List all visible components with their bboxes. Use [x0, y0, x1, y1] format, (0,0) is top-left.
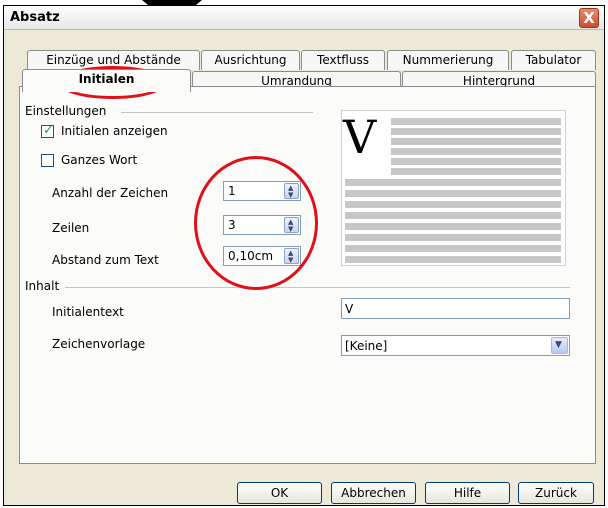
show-initials-checkbox[interactable]: ✓ — [41, 123, 54, 138]
show-initials-label: Initialen anzeigen — [61, 124, 168, 138]
cancel-button[interactable]: Abbrechen — [331, 482, 416, 504]
tab-nummerierung[interactable]: Nummerierung — [387, 50, 509, 70]
preview-line — [345, 245, 561, 252]
checkmark-icon: ✓ — [43, 123, 54, 138]
preview-line — [391, 168, 561, 175]
tab-label: Einzüge und Abstände — [46, 53, 181, 67]
preview-line — [391, 118, 561, 125]
tab-label: Ausrichtung — [214, 53, 287, 67]
dialog-title: Absatz — [10, 10, 60, 25]
preview-line — [345, 223, 561, 230]
help-button[interactable]: Hilfe — [425, 482, 510, 504]
tab-textfluss[interactable]: Textfluss — [301, 50, 385, 70]
settings-group-divider — [121, 112, 313, 113]
whole-word-label: Ganzes Wort — [61, 153, 138, 167]
preview-initial-letter: V — [343, 110, 377, 164]
close-button[interactable]: X — [579, 8, 599, 28]
preview-line — [391, 148, 561, 155]
preview-line — [345, 179, 561, 186]
tab-label: Initialen — [78, 72, 135, 86]
tab-tabulator[interactable]: Tabulator — [511, 50, 596, 70]
chevron-down-icon[interactable]: ▼ — [551, 337, 568, 354]
preview-line — [345, 212, 561, 219]
preview-line — [391, 128, 561, 135]
char-style-label: Zeichenvorlage — [52, 337, 146, 351]
preview-line — [391, 138, 561, 145]
content-group-label: Inhalt — [25, 279, 60, 293]
tab-ausrichtung[interactable]: Ausrichtung — [201, 50, 300, 70]
content-group-divider — [65, 287, 570, 288]
ok-button[interactable]: OK — [237, 482, 322, 504]
preview-line — [391, 158, 561, 165]
char-style-select[interactable]: [Keine] ▼ — [341, 335, 570, 356]
tab-label: Textfluss — [317, 53, 369, 67]
initial-text-input[interactable]: V — [341, 298, 570, 319]
tab-label: Nummerierung — [402, 53, 494, 67]
settings-group-label: Einstellungen — [25, 104, 107, 118]
preview-line — [345, 234, 561, 241]
preview-line — [345, 190, 561, 197]
initial-text-value: V — [345, 302, 354, 316]
annotation-ellipse-spinners — [194, 156, 318, 290]
back-button[interactable]: Zurück — [518, 482, 594, 504]
initials-preview: V — [341, 110, 566, 266]
lines-label: Zeilen — [52, 221, 90, 235]
initial-text-label: Initialentext — [52, 305, 124, 319]
distance-label: Abstand zum Text — [52, 253, 159, 267]
title-bar: Absatz X — [4, 6, 604, 30]
char-style-value: [Keine] — [345, 339, 388, 353]
tab-label: Tabulator — [525, 53, 582, 67]
whole-word-checkbox[interactable] — [41, 154, 54, 167]
preview-line — [345, 201, 561, 208]
char-count-label: Anzahl der Zeichen — [52, 186, 169, 200]
preview-line — [345, 256, 561, 263]
tab-initialen[interactable]: Initialen — [22, 69, 191, 92]
close-icon: X — [583, 9, 595, 27]
